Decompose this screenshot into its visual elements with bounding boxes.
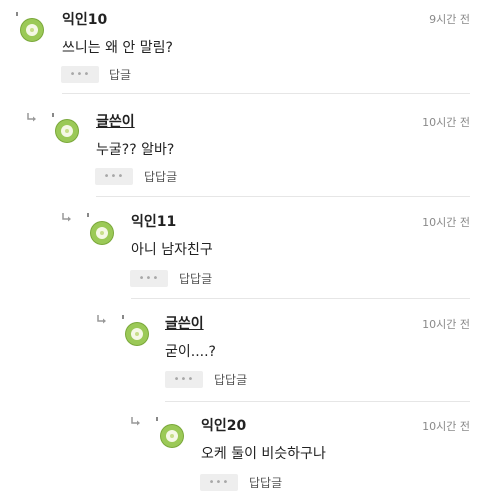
comment-text: 누굴?? 알바? xyxy=(96,142,175,158)
comment-text: 쓰니는 왜 안 말림? xyxy=(62,40,173,56)
comment-nickname[interactable]: 익인20 xyxy=(201,415,246,435)
reply-arrow-icon xyxy=(27,113,36,122)
comment-divider xyxy=(62,93,470,94)
reply-button[interactable]: 답글 xyxy=(109,66,131,83)
more-options-button[interactable]: ••• xyxy=(61,66,99,83)
comment-text: 굳이....? xyxy=(165,344,216,360)
kiwi-avatar-icon xyxy=(21,19,43,41)
reply-arrow-icon xyxy=(97,315,106,324)
marker-dot xyxy=(156,417,158,421)
reply-button[interactable]: 답답글 xyxy=(179,270,212,287)
marker-dot xyxy=(52,113,54,117)
more-options-button[interactable]: ••• xyxy=(95,168,133,185)
comment-text: 오케 둘이 비슷하구나 xyxy=(201,446,326,462)
reply-button[interactable]: 답답글 xyxy=(214,371,247,388)
more-options-button[interactable]: ••• xyxy=(200,474,238,491)
kiwi-avatar-icon xyxy=(56,120,78,142)
comment-time: 10시간 전 xyxy=(422,216,470,229)
comment-nickname[interactable]: 익인11 xyxy=(131,211,176,231)
comment-nickname[interactable]: 익인10 xyxy=(62,9,107,29)
comment-time: 10시간 전 xyxy=(422,420,470,433)
more-options-button[interactable]: ••• xyxy=(165,371,203,388)
kiwi-avatar-icon xyxy=(91,222,113,244)
comment-nickname[interactable]: 글쓴이 xyxy=(96,111,135,131)
comment-time: 10시간 전 xyxy=(422,318,470,331)
comment-divider xyxy=(131,298,470,299)
comment-time: 10시간 전 xyxy=(422,116,470,129)
more-options-button[interactable]: ••• xyxy=(130,270,168,287)
kiwi-avatar-icon xyxy=(126,323,148,345)
comment-divider xyxy=(165,401,470,402)
comment-nickname[interactable]: 글쓴이 xyxy=(165,313,204,333)
marker-dot xyxy=(87,213,89,217)
marker-dot xyxy=(122,315,124,319)
reply-button[interactable]: 답답글 xyxy=(249,474,282,491)
comment-time: 9시간 전 xyxy=(429,13,470,26)
reply-arrow-icon xyxy=(62,213,71,222)
comment-text: 아니 남자친구 xyxy=(131,242,213,258)
comment-divider xyxy=(96,196,470,197)
reply-button[interactable]: 답답글 xyxy=(144,168,177,185)
marker-dot xyxy=(16,12,18,16)
reply-arrow-icon xyxy=(131,417,140,426)
kiwi-avatar-icon xyxy=(161,425,183,447)
